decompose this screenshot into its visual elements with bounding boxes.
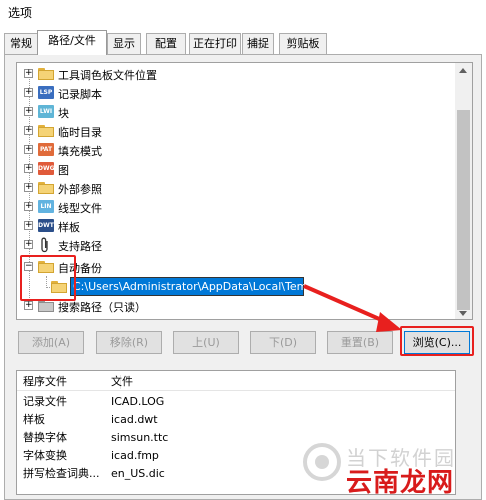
table-cell: ICAD.LOG	[111, 395, 165, 408]
tab-snap[interactable]: 捕捉	[242, 33, 274, 54]
tree-item-label: 线型文件	[58, 202, 102, 215]
tree-item-label: 搜索路径（只读）	[58, 301, 146, 314]
tree-item-label: 样板	[58, 221, 80, 234]
lsp-file-icon: LSP	[38, 86, 54, 99]
table-cell: icad.dwt	[111, 413, 158, 426]
watermark: 当下软件园 云南龙网	[300, 440, 486, 500]
expand-plus-icon[interactable]: +	[24, 301, 33, 310]
tree-item-temp-dir[interactable]: + 临时目录	[24, 122, 444, 140]
lwi-file-icon: LWI	[38, 105, 54, 118]
window-title: 选项	[8, 6, 33, 20]
tree-item-block[interactable]: + LWI 块	[24, 103, 444, 121]
table-cell: 样板	[23, 413, 45, 426]
watermark-text-bottom: 云南龙网	[346, 468, 455, 498]
tab-paths-files[interactable]: 路径/文件	[37, 30, 107, 55]
expand-plus-icon[interactable]: +	[24, 183, 33, 192]
table-row[interactable]: 记录文件 ICAD.LOG	[17, 393, 455, 411]
expand-plus-icon[interactable]: +	[24, 69, 33, 78]
folder-icon	[38, 182, 54, 194]
pat-file-icon: PAT	[38, 143, 54, 156]
expand-plus-icon[interactable]: +	[24, 202, 33, 211]
expand-plus-icon[interactable]: +	[24, 88, 33, 97]
tree-item-linetype[interactable]: + LIN 线型文件	[24, 198, 444, 216]
tree-item-label: 填充模式	[58, 145, 102, 158]
tree-item-record-script[interactable]: + LSP 记录脚本	[24, 84, 444, 102]
tab-clipboard[interactable]: 剪贴板	[279, 33, 327, 54]
tree-item-label: 临时目录	[58, 126, 102, 139]
table-cell: icad.fmp	[111, 449, 159, 462]
tree-item-label: 图	[58, 164, 69, 177]
table-cell: en_US.dic	[111, 467, 165, 480]
tab-profiles[interactable]: 配置	[146, 33, 186, 54]
tree-item-label: 外部参照	[58, 183, 102, 196]
folder-icon	[38, 125, 54, 137]
autosave-path-value[interactable]: C:\Users\Administrator\AppData\Local\Tem…	[70, 277, 314, 296]
files-table-header: 程序文件 文件	[17, 373, 455, 391]
highlight-box	[20, 255, 76, 301]
tab-general[interactable]: 常规	[4, 33, 38, 54]
lin-file-icon: LIN	[38, 200, 54, 213]
table-row[interactable]: 样板 icad.dwt	[17, 411, 455, 429]
expand-plus-icon[interactable]: +	[24, 145, 33, 154]
dwt-file-icon: DWT	[38, 219, 54, 232]
tree-item-hatch-pattern[interactable]: + PAT 填充模式	[24, 141, 444, 159]
expand-plus-icon[interactable]: +	[24, 107, 33, 116]
watermark-logo-icon	[303, 443, 341, 481]
tab-display[interactable]: 显示	[107, 33, 141, 54]
table-cell: simsun.ttc	[111, 431, 169, 444]
column-header-program[interactable]: 程序文件	[23, 373, 67, 391]
tree-item-label: 块	[58, 107, 69, 120]
multi-folder-icon	[38, 300, 54, 312]
tree-item-autosave[interactable]: − 自动备份	[24, 258, 444, 276]
expand-plus-icon[interactable]: +	[24, 126, 33, 135]
move-up-button[interactable]: 上(U)	[173, 331, 239, 354]
remove-button[interactable]: 移除(R)	[96, 331, 162, 354]
folder-icon	[38, 68, 54, 80]
column-header-file[interactable]: 文件	[111, 373, 133, 391]
table-cell: 替换字体	[23, 431, 67, 444]
tree-scroll-thumb[interactable]	[457, 110, 470, 310]
paperclip-icon	[41, 237, 48, 253]
expand-plus-icon[interactable]: +	[24, 240, 33, 249]
tree-item-label: 记录脚本	[58, 88, 102, 101]
tab-plotting[interactable]: 正在打印	[189, 33, 241, 54]
title-bar	[0, 0, 486, 26]
table-cell: 字体变换	[23, 449, 67, 462]
tree-item-tool-palette[interactable]: + 工具调色板文件位置	[24, 65, 444, 83]
scroll-up-icon[interactable]	[459, 68, 467, 73]
tree-item-template[interactable]: + DWT 样板	[24, 217, 444, 235]
scroll-down-icon[interactable]	[459, 311, 467, 316]
red-arrow-icon	[303, 284, 402, 332]
dwg-file-icon: DWG	[38, 162, 55, 175]
table-cell: 记录文件	[23, 395, 67, 408]
expand-plus-icon[interactable]: +	[24, 221, 33, 230]
tree-item-xref[interactable]: + 外部参照	[24, 179, 444, 197]
add-button[interactable]: 添加(A)	[18, 331, 84, 354]
table-cell: 拼写检查词典...	[23, 467, 100, 480]
tree-item-label: 工具调色板文件位置	[58, 69, 157, 82]
tree-item-support-path[interactable]: + 支持路径	[24, 236, 444, 254]
highlight-box	[400, 326, 474, 356]
expand-plus-icon[interactable]: +	[24, 164, 33, 173]
tree-item-label: 支持路径	[58, 240, 102, 253]
tree-item-drawing[interactable]: + DWG 图	[24, 160, 444, 178]
